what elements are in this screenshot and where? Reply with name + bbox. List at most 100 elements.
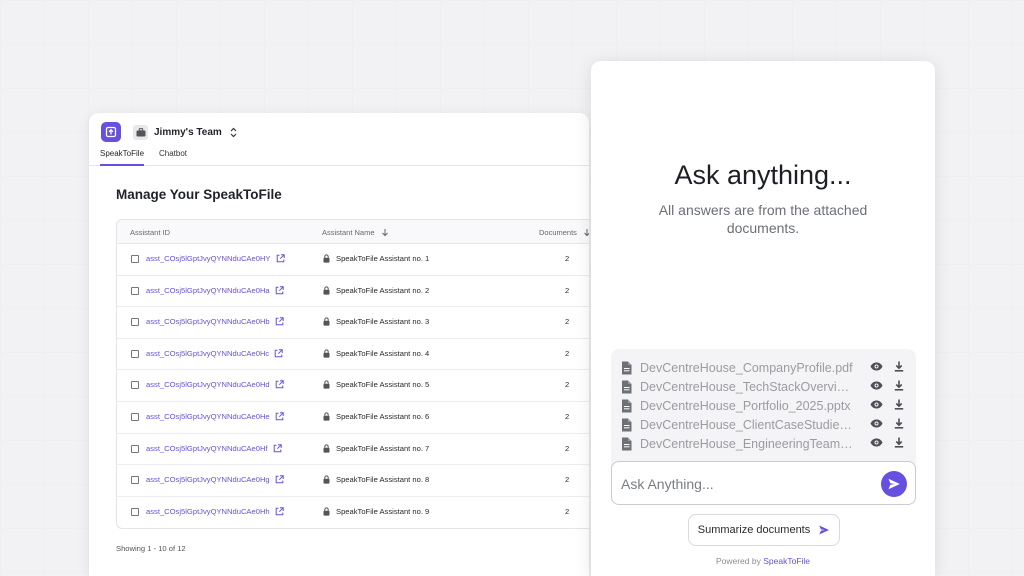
- assistant-id-text: asst_COsj5lGptJvyQYNNduCAe0Hh: [146, 506, 270, 516]
- assistant-name-text: SpeakToFile Assistant no. 5: [336, 380, 430, 390]
- assistant-name: SpeakToFile Assistant no. 2: [323, 286, 429, 295]
- download-icon[interactable]: [894, 437, 904, 448]
- app-header: Jimmy's Team: [101, 121, 237, 143]
- row-checkbox[interactable]: [131, 286, 139, 295]
- assistant-name: SpeakToFile Assistant no. 3: [323, 317, 429, 326]
- send-icon: [888, 478, 900, 490]
- external-link-icon[interactable]: [275, 317, 284, 326]
- pagination-summary: Showing 1 - 10 of 12: [116, 544, 186, 553]
- external-link-icon[interactable]: [274, 349, 283, 358]
- table-row[interactable]: asst_COsj5lGptJvyQYNNduCAe0Hh SpeakToFile…: [117, 497, 589, 528]
- assistant-id-link[interactable]: asst_COsj5lGptJvyQYNNduCAe0Hg: [146, 475, 284, 484]
- download-icon[interactable]: [894, 418, 904, 429]
- documents-count: 2: [565, 348, 570, 358]
- team-name: Jimmy's Team: [154, 126, 222, 138]
- lock-icon: [323, 254, 330, 263]
- row-checkbox[interactable]: [131, 412, 139, 421]
- row-checkbox[interactable]: [131, 255, 139, 263]
- external-link-icon[interactable]: [275, 412, 284, 421]
- external-link-icon[interactable]: [275, 380, 284, 389]
- assistant-id-text: asst_COsj5lGptJvyQYNNduCAe0Hb: [146, 317, 270, 327]
- attached-file-name: DevCentreHouse_CompanyProfile.pdf: [640, 360, 853, 375]
- assistant-id-link[interactable]: asst_COsj5lGptJvyQYNNduCAe0Hh: [146, 507, 284, 516]
- row-checkbox[interactable]: [131, 381, 139, 390]
- ask-input[interactable]: [621, 474, 861, 494]
- table-row[interactable]: asst_COsj5lGptJvyQYNNduCAe0Hf SpeakToFile…: [117, 434, 589, 466]
- assistant-id-link[interactable]: asst_COsj5lGptJvyQYNNduCAe0Hd: [146, 380, 284, 389]
- table-header: Assistant ID Assistant Name Documents: [117, 220, 589, 244]
- download-icon[interactable]: [894, 361, 904, 372]
- attached-files-list: DevCentreHouse_CompanyProfile.pdf DevCent…: [611, 349, 916, 475]
- column-header-assistant-name[interactable]: Assistant Name: [322, 228, 390, 237]
- documents-count: 2: [565, 254, 570, 263]
- summarize-documents-button[interactable]: Summarize documents: [688, 514, 840, 546]
- table-row[interactable]: asst_COsj5lGptJvyQYNNduCAe0Hc SpeakToFile…: [117, 339, 589, 371]
- assistant-id-link[interactable]: asst_COsj5lGptJvyQYNNduCAe0Hb: [146, 317, 284, 326]
- row-checkbox[interactable]: [131, 507, 139, 516]
- tab-chatbot[interactable]: Chatbot: [159, 149, 187, 166]
- document-icon: [621, 380, 632, 394]
- file-upload-icon[interactable]: [101, 122, 121, 142]
- assistant-id-link[interactable]: asst_COsj5lGptJvyQYNNduCAe0Hf: [146, 444, 282, 453]
- chat-title: Ask anything...: [674, 160, 852, 190]
- eye-icon[interactable]: [870, 362, 883, 371]
- powered-by-brand-link[interactable]: SpeakToFile: [763, 556, 810, 566]
- assistant-id-link[interactable]: asst_COsj5lGptJvyQYNNduCAe0Ha: [146, 286, 284, 295]
- table-row[interactable]: asst_COsj5lGptJvyQYNNduCAe0Ha SpeakToFile…: [117, 276, 589, 308]
- assistant-name: SpeakToFile Assistant no. 4: [323, 349, 429, 358]
- send-button[interactable]: [881, 471, 907, 497]
- assistant-id-link[interactable]: asst_COsj5lGptJvyQYNNduCAe0Hc: [146, 349, 283, 358]
- assistant-name-text: SpeakToFile Assistant no. 4: [336, 348, 430, 358]
- assistant-id-text: asst_COsj5lGptJvyQYNNduCAe0Hc: [146, 348, 270, 358]
- download-icon[interactable]: [894, 399, 904, 410]
- row-checkbox[interactable]: [131, 349, 139, 358]
- chat-panel: Ask anything... All answers are from the…: [591, 61, 935, 576]
- attached-file-name: DevCentreHouse_Portfolio_2025.pptx: [640, 398, 851, 413]
- row-checkbox[interactable]: [131, 476, 139, 485]
- assistant-name: SpeakToFile Assistant no. 6: [323, 412, 429, 421]
- assistant-id-text: asst_COsj5lGptJvyQYNNduCAe0Ha: [146, 285, 270, 295]
- table-row[interactable]: asst_COsj5lGptJvyQYNNduCAe0Hd SpeakToFile…: [117, 370, 589, 402]
- external-link-icon[interactable]: [275, 475, 284, 484]
- download-icon[interactable]: [894, 380, 904, 391]
- tab-speaktofile[interactable]: SpeakToFile: [100, 149, 145, 166]
- attached-file-item: DevCentreHouse_ClientCaseStudies.pdf: [621, 415, 906, 434]
- assistant-name-text: SpeakToFile Assistant no. 7: [336, 443, 430, 453]
- assistant-name: SpeakToFile Assistant no. 7: [323, 444, 429, 453]
- eye-icon[interactable]: [870, 400, 883, 409]
- document-icon: [621, 361, 632, 375]
- ask-box: [611, 461, 916, 505]
- attached-file-name: DevCentreHouse_TechStackOverview.pdf: [640, 379, 853, 394]
- eye-icon[interactable]: [870, 419, 883, 428]
- row-checkbox[interactable]: [131, 444, 139, 453]
- external-link-icon[interactable]: [275, 285, 284, 295]
- assistant-name-text: SpeakToFile Assistant no. 9: [336, 506, 430, 516]
- send-icon: [818, 524, 830, 536]
- lock-icon: [323, 507, 330, 516]
- chat-subtitle: All answers are from the attached docume…: [658, 202, 868, 236]
- table-row[interactable]: asst_COsj5lGptJvyQYNNduCAe0Hg SpeakToFile…: [117, 465, 589, 497]
- row-checkbox[interactable]: [131, 318, 139, 327]
- lock-icon: [323, 412, 330, 421]
- eye-icon[interactable]: [870, 438, 883, 447]
- documents-count: 2: [565, 411, 570, 421]
- external-link-icon[interactable]: [276, 254, 285, 263]
- eye-icon[interactable]: [870, 381, 883, 390]
- tab-bar: SpeakToFile Chatbot: [89, 149, 589, 166]
- table-row[interactable]: asst_COsj5lGptJvyQYNNduCAe0Hb SpeakToFile…: [117, 307, 589, 339]
- column-header-documents[interactable]: Documents: [539, 228, 589, 237]
- table-row[interactable]: asst_COsj5lGptJvyQYNNduCAe0He SpeakToFile…: [117, 402, 589, 434]
- table-row[interactable]: asst_COsj5lGptJvyQYNNduCAe0HY SpeakToFile…: [117, 244, 589, 276]
- documents-count: 2: [565, 443, 570, 453]
- attached-file-item: DevCentreHouse_CompanyProfile.pdf: [621, 358, 906, 377]
- assistant-id-link[interactable]: asst_COsj5lGptJvyQYNNduCAe0He: [146, 412, 284, 421]
- attached-file-name: DevCentreHouse_EngineeringTeamBios.pdf: [640, 436, 853, 451]
- assistant-id-link[interactable]: asst_COsj5lGptJvyQYNNduCAe0HY: [146, 254, 285, 263]
- lock-icon: [323, 286, 330, 295]
- external-link-icon[interactable]: [275, 507, 284, 516]
- assistant-id-text: asst_COsj5lGptJvyQYNNduCAe0He: [146, 411, 270, 421]
- external-link-icon[interactable]: [273, 443, 282, 453]
- team-switcher[interactable]: Jimmy's Team: [133, 124, 237, 140]
- document-icon: [621, 437, 632, 451]
- attached-file-name: DevCentreHouse_ClientCaseStudies.pdf: [640, 417, 853, 432]
